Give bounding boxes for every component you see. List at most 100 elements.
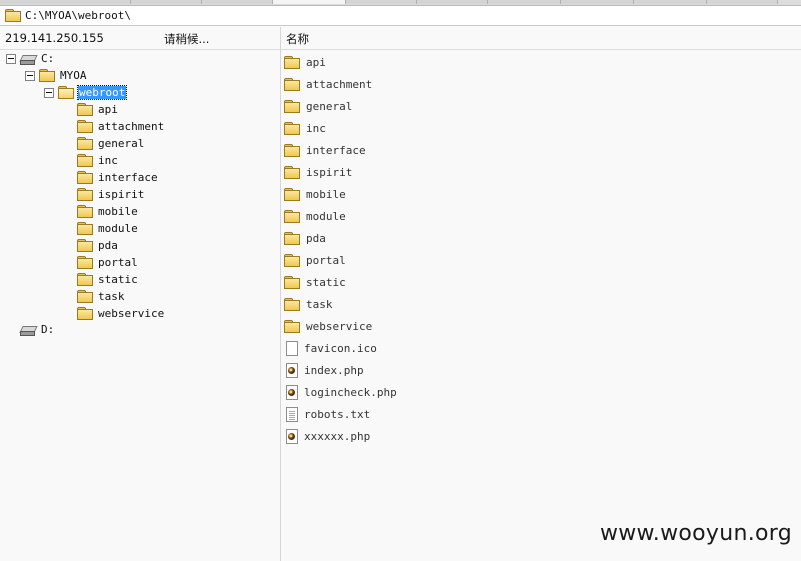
tab[interactable] bbox=[346, 0, 417, 4]
list-item[interactable]: logincheck.php bbox=[284, 382, 397, 402]
list-item[interactable]: robots.txt bbox=[284, 404, 370, 424]
tab[interactable] bbox=[561, 0, 634, 4]
file-name: inc bbox=[306, 121, 326, 135]
php-file-icon bbox=[286, 362, 298, 378]
tree-node-webservice[interactable]: webservice bbox=[77, 305, 165, 322]
address-bar[interactable]: C:\MYOA\webroot\ bbox=[0, 6, 801, 26]
list-item[interactable]: index.php bbox=[284, 360, 364, 380]
tree-label: module bbox=[98, 222, 138, 235]
tree-node-inc[interactable]: inc bbox=[77, 152, 119, 169]
folder-icon bbox=[77, 154, 93, 167]
name-column-header[interactable]: 名称 bbox=[286, 31, 309, 47]
file-name: portal bbox=[306, 253, 346, 267]
list-item[interactable]: api bbox=[284, 52, 326, 72]
tree-node-interface[interactable]: interface bbox=[77, 169, 159, 186]
file-name: pda bbox=[306, 231, 326, 245]
tree-label: static bbox=[98, 273, 138, 286]
file-name: index.php bbox=[304, 363, 364, 377]
tab[interactable] bbox=[488, 0, 561, 4]
file-name: api bbox=[306, 55, 326, 69]
server-ip: 219.141.250.155 bbox=[5, 31, 104, 45]
folder-icon bbox=[284, 187, 300, 201]
folder-icon bbox=[284, 55, 300, 69]
tree-label-selected: webroot bbox=[76, 85, 128, 100]
collapse-toggle[interactable] bbox=[44, 87, 54, 98]
file-name: attachment bbox=[306, 77, 373, 91]
tab[interactable] bbox=[131, 0, 202, 4]
list-item[interactable]: static bbox=[284, 272, 346, 292]
tree-node-module[interactable]: module bbox=[77, 220, 139, 237]
collapse-toggle[interactable] bbox=[6, 53, 16, 64]
tab[interactable] bbox=[707, 0, 778, 4]
list-item[interactable]: module bbox=[284, 206, 346, 226]
tree-node-myoa[interactable]: MYOA bbox=[25, 67, 88, 84]
list-item[interactable]: inc bbox=[284, 118, 326, 138]
list-item[interactable]: interface bbox=[284, 140, 366, 160]
tree-node-api[interactable]: api bbox=[77, 101, 119, 118]
folder-icon bbox=[284, 209, 300, 223]
tree-label: mobile bbox=[98, 205, 138, 218]
tree-node-static[interactable]: static bbox=[77, 271, 139, 288]
file-name: favicon.ico bbox=[304, 341, 377, 355]
php-file-icon bbox=[286, 428, 298, 444]
tree-node-general[interactable]: general bbox=[77, 135, 145, 152]
file-name: module bbox=[306, 209, 346, 223]
folder-icon bbox=[284, 231, 300, 245]
folder-icon bbox=[77, 222, 93, 235]
file-name: logincheck.php bbox=[304, 385, 397, 399]
list-item[interactable]: portal bbox=[284, 250, 346, 270]
list-item[interactable]: attachment bbox=[284, 74, 372, 94]
list-item[interactable]: favicon.ico bbox=[284, 338, 377, 358]
list-item[interactable]: pda bbox=[284, 228, 326, 248]
file-icon bbox=[286, 340, 298, 356]
folder-icon bbox=[77, 171, 93, 184]
tree-node-drive-d[interactable]: D: bbox=[19, 321, 55, 338]
folder-icon bbox=[77, 307, 93, 320]
list-item[interactable]: xxxxxx.php bbox=[284, 426, 370, 446]
file-name: webservice bbox=[306, 319, 373, 333]
collapse-toggle[interactable] bbox=[25, 70, 35, 81]
tree-node-mobile[interactable]: mobile bbox=[77, 203, 139, 220]
list-item[interactable]: webservice bbox=[284, 316, 372, 336]
tree-node-ispirit[interactable]: ispirit bbox=[77, 186, 145, 203]
tree-label: inc bbox=[98, 154, 118, 167]
tab[interactable] bbox=[634, 0, 707, 4]
tree-node-attachment[interactable]: attachment bbox=[77, 118, 165, 135]
list-item[interactable]: ispirit bbox=[284, 162, 352, 182]
folder-icon bbox=[284, 77, 300, 91]
tab[interactable] bbox=[202, 0, 273, 4]
list-item[interactable]: task bbox=[284, 294, 333, 314]
folder-icon bbox=[77, 103, 93, 116]
tree-label: task bbox=[98, 290, 125, 303]
folder-icon bbox=[284, 99, 300, 113]
tree-node-task[interactable]: task bbox=[77, 288, 126, 305]
address-path[interactable]: C:\MYOA\webroot\ bbox=[25, 9, 131, 22]
tree-label: attachment bbox=[98, 120, 165, 133]
tree-label: general bbox=[98, 137, 145, 150]
file-name: task bbox=[306, 297, 333, 311]
text-file-icon bbox=[286, 406, 298, 422]
tab[interactable] bbox=[0, 0, 131, 4]
tab-active[interactable] bbox=[273, 0, 346, 4]
folder-icon bbox=[77, 273, 93, 286]
php-file-icon bbox=[286, 384, 298, 400]
folder-icon bbox=[77, 205, 93, 218]
tree-label: interface bbox=[98, 171, 158, 184]
folder-icon bbox=[77, 239, 93, 252]
drive-icon bbox=[19, 54, 38, 65]
tree-node-pda[interactable]: pda bbox=[77, 237, 119, 254]
tree-node-webroot[interactable]: webroot bbox=[44, 84, 128, 101]
folder-icon bbox=[284, 165, 300, 179]
folder-open-icon bbox=[58, 86, 74, 99]
tree-node-portal[interactable]: portal bbox=[77, 254, 139, 271]
folder-icon bbox=[284, 253, 300, 267]
folder-icon bbox=[77, 188, 93, 201]
tree-label: portal bbox=[98, 256, 138, 269]
tab[interactable] bbox=[417, 0, 488, 4]
tree-label: api bbox=[98, 103, 118, 116]
list-item[interactable]: general bbox=[284, 96, 352, 116]
folder-icon bbox=[77, 137, 93, 150]
list-item[interactable]: mobile bbox=[284, 184, 346, 204]
pane-divider[interactable] bbox=[280, 27, 281, 561]
tree-node-drive-c[interactable]: C: bbox=[6, 50, 55, 67]
